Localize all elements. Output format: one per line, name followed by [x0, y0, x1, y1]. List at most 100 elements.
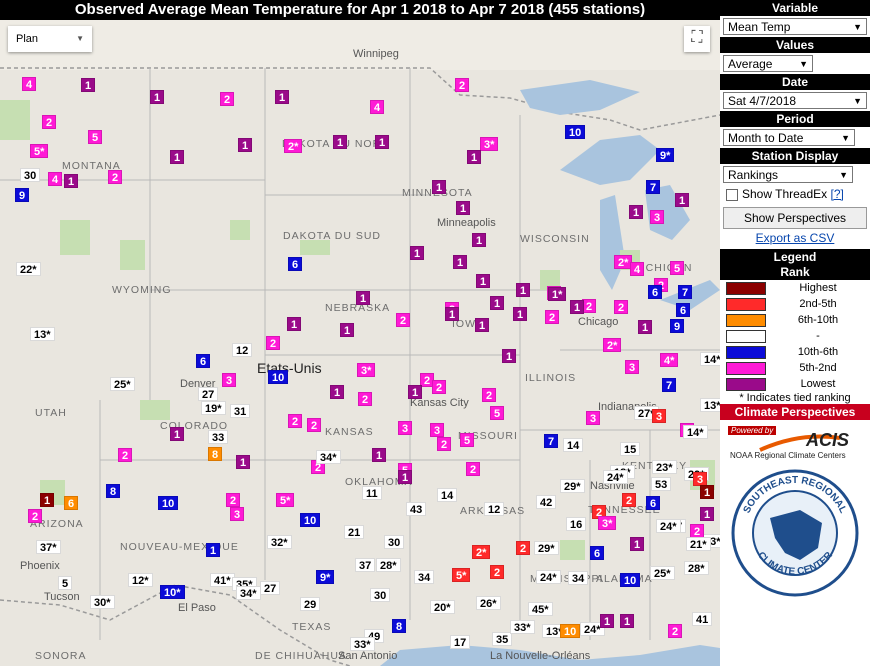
- station-marker[interactable]: 34: [414, 570, 435, 584]
- station-marker[interactable]: 28*: [684, 561, 709, 575]
- station-marker[interactable]: 9: [670, 319, 685, 333]
- station-marker[interactable]: 2: [220, 92, 235, 106]
- station-marker[interactable]: 2*: [284, 139, 303, 153]
- station-marker[interactable]: 4*: [660, 353, 679, 367]
- station-marker[interactable]: 37: [355, 558, 376, 572]
- station-marker[interactable]: 1: [340, 323, 355, 337]
- station-marker[interactable]: 5*: [452, 568, 471, 582]
- station-marker[interactable]: 3: [650, 210, 665, 224]
- station-marker[interactable]: 2: [118, 448, 133, 462]
- station-marker[interactable]: 43: [406, 502, 427, 516]
- station-marker[interactable]: 12: [484, 502, 505, 516]
- station-marker[interactable]: 2: [437, 437, 452, 451]
- station-marker[interactable]: 30: [20, 168, 41, 182]
- station-marker[interactable]: 3: [652, 409, 667, 423]
- station-marker[interactable]: 2: [288, 414, 303, 428]
- station-marker[interactable]: 1: [206, 543, 221, 557]
- station-marker[interactable]: 1: [408, 385, 423, 399]
- station-marker[interactable]: 14: [437, 488, 458, 502]
- station-marker[interactable]: 2: [622, 493, 637, 507]
- station-marker[interactable]: 2: [466, 462, 481, 476]
- station-marker[interactable]: 30: [384, 535, 405, 549]
- station-marker[interactable]: 33*: [510, 620, 535, 634]
- station-marker[interactable]: 35: [492, 632, 513, 646]
- climate-perspectives-header[interactable]: Climate Perspectives: [720, 404, 870, 420]
- station-marker[interactable]: 32*: [267, 535, 292, 549]
- station-marker[interactable]: 1: [700, 507, 715, 521]
- station-marker[interactable]: 14: [563, 438, 584, 452]
- station-marker[interactable]: 15: [620, 442, 641, 456]
- station-marker[interactable]: 6: [676, 303, 691, 317]
- station-marker[interactable]: 3*: [480, 137, 499, 151]
- station-marker[interactable]: 2: [42, 115, 57, 129]
- station-marker[interactable]: 9: [15, 188, 30, 202]
- station-marker[interactable]: 3: [222, 373, 237, 387]
- fullscreen-button[interactable]: ⛶: [684, 26, 710, 52]
- station-marker[interactable]: 1: [372, 448, 387, 462]
- station-marker[interactable]: 1: [600, 614, 615, 628]
- station-marker[interactable]: 14*: [683, 425, 708, 439]
- station-marker[interactable]: 4: [370, 100, 385, 114]
- station-marker[interactable]: 53: [651, 477, 672, 491]
- station-marker[interactable]: 21*: [686, 537, 711, 551]
- station-marker[interactable]: 1: [475, 318, 490, 332]
- station-marker[interactable]: 29: [300, 597, 321, 611]
- station-marker[interactable]: 41*: [210, 573, 235, 587]
- station-marker[interactable]: 1: [64, 174, 79, 188]
- station-marker[interactable]: 12: [232, 343, 253, 357]
- station-marker[interactable]: 3: [398, 421, 413, 435]
- station-marker[interactable]: 10: [620, 573, 641, 587]
- station-marker[interactable]: 45*: [528, 602, 553, 616]
- acis-logo[interactable]: Powered by ACIS NOAA Regional Climate Ce…: [720, 424, 870, 464]
- station-marker[interactable]: 3*: [357, 363, 376, 377]
- station-marker[interactable]: 1: [490, 296, 505, 310]
- station-marker[interactable]: 8: [208, 447, 223, 461]
- station-marker[interactable]: 4: [630, 262, 645, 276]
- station-marker[interactable]: 23*: [652, 460, 677, 474]
- station-marker[interactable]: 1: [150, 90, 165, 104]
- station-marker[interactable]: 1: [472, 233, 487, 247]
- station-marker[interactable]: 27: [198, 387, 219, 401]
- station-marker[interactable]: 1: [330, 385, 345, 399]
- station-marker[interactable]: 7: [678, 285, 693, 299]
- station-marker[interactable]: 7: [544, 434, 559, 448]
- station-marker[interactable]: 42: [536, 495, 557, 509]
- station-marker[interactable]: 2: [490, 565, 505, 579]
- station-marker[interactable]: 20*: [430, 600, 455, 614]
- station-marker[interactable]: 10*: [160, 585, 185, 599]
- station-marker[interactable]: 2: [516, 541, 531, 555]
- station-marker[interactable]: 1: [375, 135, 390, 149]
- station-marker[interactable]: 10: [300, 513, 321, 527]
- station-marker[interactable]: 6: [288, 257, 303, 271]
- station-marker[interactable]: 27: [260, 581, 281, 595]
- station-marker[interactable]: 2: [358, 392, 373, 406]
- station-marker[interactable]: 1: [170, 150, 185, 164]
- station-marker[interactable]: 34*: [236, 586, 261, 600]
- station-marker[interactable]: 3*: [598, 516, 617, 530]
- station-marker[interactable]: 7: [646, 180, 661, 194]
- station-marker[interactable]: 10: [560, 624, 581, 638]
- station-marker[interactable]: 3: [586, 411, 601, 425]
- station-marker[interactable]: 1: [236, 455, 251, 469]
- station-marker[interactable]: 26*: [476, 596, 501, 610]
- station-marker[interactable]: 1: [398, 470, 413, 484]
- station-marker[interactable]: 1: [629, 205, 644, 219]
- station-marker[interactable]: 2*: [472, 545, 491, 559]
- station-marker[interactable]: 1: [356, 291, 371, 305]
- station-marker[interactable]: 2: [455, 78, 470, 92]
- station-marker[interactable]: 9*: [316, 570, 335, 584]
- variable-select[interactable]: Mean Temp ▼: [723, 18, 867, 35]
- station-marker[interactable]: 1: [453, 255, 468, 269]
- station-marker[interactable]: 24*: [656, 519, 681, 533]
- station-marker[interactable]: 25*: [650, 566, 675, 580]
- station-marker[interactable]: 2: [690, 524, 705, 538]
- station-marker[interactable]: 2: [28, 509, 43, 523]
- station-marker[interactable]: 2: [226, 493, 241, 507]
- station-marker[interactable]: 34*: [316, 450, 341, 464]
- station-marker[interactable]: 1: [410, 246, 425, 260]
- station-marker[interactable]: 13*: [700, 398, 720, 412]
- station-marker[interactable]: 22*: [16, 262, 41, 276]
- station-marker[interactable]: 5: [460, 433, 475, 447]
- station-marker[interactable]: 1*: [548, 287, 567, 301]
- station-marker[interactable]: 24*: [603, 470, 628, 484]
